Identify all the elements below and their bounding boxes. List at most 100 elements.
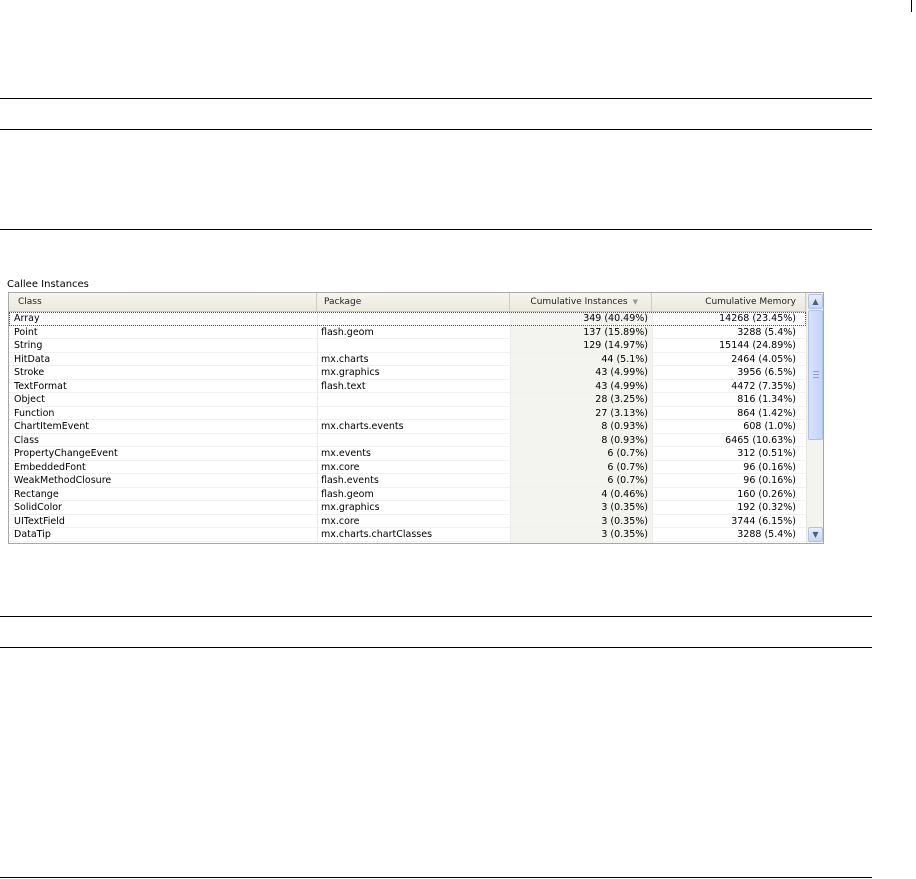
table-header: Class Package Cumulative Instances ▼ Cumu…	[9, 293, 806, 312]
table-row[interactable]: EmbeddedFont mx.core 6 (0.7%) 96 (0.16%)	[9, 461, 806, 474]
cell-cumulative-memory: 160 (0.26%)	[737, 488, 796, 500]
table-row[interactable]: Rectange flash.geom 4 (0.46%) 160 (0.26%)	[9, 488, 806, 501]
table-row[interactable]: WeakMethodClosure flash.events 6 (0.7%) 96 …	[9, 474, 806, 488]
cell-cumulative-memory: 96 (0.16%)	[743, 461, 796, 473]
vertical-scrollbar[interactable]: ▲ ▼	[806, 293, 823, 543]
cell-package: mx.core	[321, 515, 360, 527]
table-row[interactable]: UITextField mx.core 3 (0.35%) 3744 (6.15%)	[9, 515, 806, 528]
cell-class: Object	[14, 394, 45, 405]
cell-cumulative-memory: 14268 (23.45%)	[719, 313, 796, 324]
cell-cumulative-instances: 129 (14.97%)	[583, 340, 648, 351]
scroll-up-arrow-icon[interactable]: ▲	[808, 294, 823, 309]
cell-package: flash.geom	[321, 326, 374, 338]
cell-cumulative-memory: 15144 (24.89%)	[719, 340, 796, 351]
cell-cumulative-instances: 27 (3.13%)	[595, 407, 648, 419]
cell-package: mx.charts.events	[321, 421, 404, 432]
table-row[interactable]: Stroke mx.graphics 43 (4.99%) 3956 (6.5%)	[9, 366, 806, 380]
cell-cumulative-memory: 816 (1.34%)	[737, 394, 796, 405]
table-row[interactable]: String 129 (14.97%) 15144 (24.89%)	[9, 339, 806, 353]
cell-cumulative-instances: 43 (4.99%)	[595, 380, 648, 392]
cell-cumulative-instances: 6 (0.7%)	[607, 461, 648, 473]
column-header-cumulative-memory[interactable]: Cumulative Memory	[652, 293, 806, 311]
table-row[interactable]: Function 27 (3.13%) 864 (1.42%)	[9, 407, 806, 420]
table-row[interactable]: Class 8 (0.93%) 6465 (10.63%)	[9, 434, 806, 447]
cell-cumulative-instances: 6 (0.7%)	[607, 475, 648, 486]
cell-class: EmbeddedFont	[14, 461, 86, 473]
column-header-label: Package	[324, 297, 362, 307]
cell-package: mx.graphics	[321, 502, 380, 513]
cell-cumulative-instances: 44 (5.1%)	[601, 353, 648, 365]
table-row[interactable]: HitData mx.charts 44 (5.1%) 2464 (4.05%)	[9, 353, 806, 366]
divider-rule	[0, 877, 872, 878]
cell-cumulative-instances: 4 (0.46%)	[601, 488, 648, 500]
cell-cumulative-instances: 349 (40.49%)	[583, 313, 648, 324]
table-row[interactable]: Point flash.geom 137 (15.89%) 3288 (5.4%)	[9, 326, 806, 339]
cell-cumulative-memory: 3956 (6.5%)	[737, 367, 796, 378]
column-header-package[interactable]: Package	[317, 293, 510, 311]
cell-cumulative-instances: 3 (0.35%)	[601, 515, 648, 527]
cell-cumulative-memory: 3288 (5.4%)	[737, 326, 796, 338]
cell-class: ChartItemEvent	[14, 421, 89, 432]
callee-instances-grid[interactable]: Class Package Cumulative Instances ▼ Cumu…	[8, 292, 824, 544]
cell-package: mx.charts	[321, 353, 369, 365]
column-header-class[interactable]: Class	[9, 293, 317, 311]
grip-icon	[813, 371, 819, 378]
cell-class: Point	[14, 326, 38, 338]
cell-package: flash.events	[321, 475, 379, 486]
cell-class: Stroke	[14, 367, 45, 378]
table-row[interactable]: ChartItemEvent mx.charts.events 8 (0.93%) 6…	[9, 420, 806, 434]
cell-cumulative-memory: 3288 (5.4%)	[737, 529, 796, 540]
cell-class: String	[14, 340, 43, 351]
cell-class: DataTip	[14, 529, 51, 540]
divider-rule	[0, 647, 872, 648]
cell-class: Class	[14, 434, 39, 446]
table-row[interactable]: DataTip mx.charts.chartClasses 3 (0.35%) 32…	[9, 528, 806, 542]
cell-package: mx.events	[321, 448, 371, 459]
cell-cumulative-instances: 137 (15.89%)	[583, 326, 648, 338]
cell-class: Function	[14, 407, 55, 419]
cell-cumulative-instances: 43 (4.99%)	[595, 367, 648, 378]
table-body: Array 349 (40.49%) 14268 (23.45%) Point flas…	[9, 312, 806, 543]
column-header-label: Cumulative Memory	[705, 297, 796, 307]
cell-cumulative-memory: 192 (0.32%)	[737, 502, 796, 513]
cell-cumulative-instances: 3 (0.35%)	[601, 529, 648, 540]
cell-cumulative-memory: 312 (0.51%)	[737, 448, 796, 459]
cell-class: PropertyChangeEvent	[14, 448, 118, 459]
cell-package: flash.text	[321, 380, 366, 392]
cell-cumulative-memory: 3744 (6.15%)	[731, 515, 796, 527]
column-header-label: Class	[18, 297, 42, 307]
cell-cumulative-memory: 2464 (4.05%)	[731, 353, 796, 365]
table-row[interactable]: Array 349 (40.49%) 14268 (23.45%)	[9, 312, 806, 326]
panel-title: Callee Instances	[7, 279, 89, 290]
divider-rule	[0, 229, 872, 230]
cell-cumulative-instances: 28 (3.25%)	[595, 394, 648, 405]
scroll-down-arrow-icon[interactable]: ▼	[808, 527, 823, 542]
divider-rule	[0, 98, 872, 99]
sort-descending-icon: ▼	[632, 298, 638, 306]
column-header-cumulative-instances[interactable]: Cumulative Instances ▼	[510, 293, 652, 311]
table-row[interactable]: Object 28 (3.25%) 816 (1.34%)	[9, 393, 806, 407]
cell-class: SolidColor	[14, 502, 62, 513]
cell-cumulative-instances: 8 (0.93%)	[601, 434, 648, 446]
page-corner-mark	[911, 0, 912, 12]
cell-package: mx.charts.chartClasses	[321, 529, 433, 540]
cell-package: mx.core	[321, 461, 360, 473]
table-row[interactable]: TextFormat flash.text 43 (4.99%) 4472 (7.35…	[9, 380, 806, 393]
cell-class: WeakMethodClosure	[14, 475, 112, 486]
cell-class: TextFormat	[14, 380, 67, 392]
cell-class: Rectange	[14, 488, 59, 500]
cell-cumulative-instances: 6 (0.7%)	[607, 448, 648, 459]
cell-class: UITextField	[14, 515, 65, 527]
table-row[interactable]: PropertyChangeEvent mx.events 6 (0.7%) 312 …	[9, 447, 806, 461]
scroll-thumb[interactable]	[808, 310, 823, 440]
divider-rule	[0, 129, 872, 130]
cell-cumulative-memory: 4472 (7.35%)	[731, 380, 796, 392]
cell-cumulative-instances: 3 (0.35%)	[601, 502, 648, 513]
cell-package: flash.geom	[321, 488, 374, 500]
cell-package: mx.graphics	[321, 367, 380, 378]
cell-cumulative-memory: 6465 (10.63%)	[725, 434, 796, 446]
cell-cumulative-memory: 608 (1.0%)	[743, 421, 796, 432]
cell-cumulative-memory: 96 (0.16%)	[743, 475, 796, 486]
divider-rule	[0, 616, 872, 617]
table-row[interactable]: SolidColor mx.graphics 3 (0.35%) 192 (0.32%…	[9, 501, 806, 515]
